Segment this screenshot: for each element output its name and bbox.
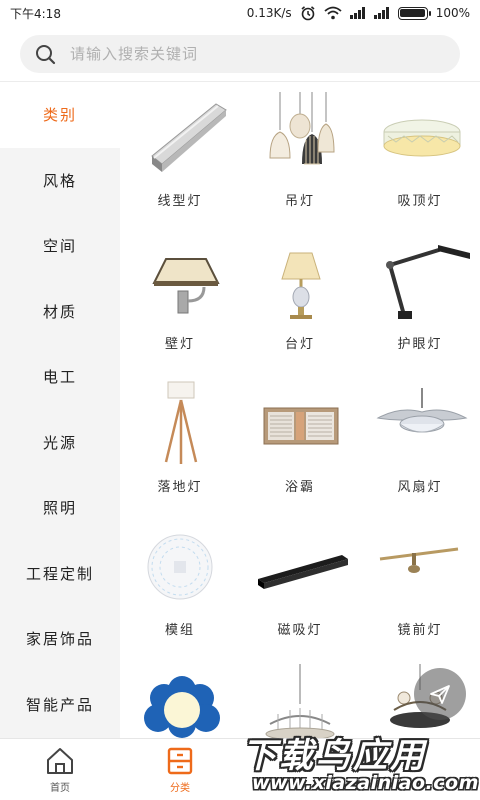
battery-fill (400, 9, 426, 17)
product-label: 吸顶灯 (397, 194, 443, 209)
product-label: 磁吸灯 (277, 623, 323, 638)
battery-icon (397, 6, 431, 20)
sidebar-item-category[interactable]: 类别 (0, 82, 120, 148)
net-speed: 0.13K/s (246, 6, 292, 20)
search-input[interactable] (70, 44, 410, 63)
product-magnetic-track[interactable]: 磁吸灯 (240, 511, 360, 654)
fan-light-icon (376, 388, 468, 433)
home-icon (47, 748, 73, 774)
bath-heater-icon (263, 407, 339, 445)
wifi-icon (324, 6, 342, 20)
sidebar-item-home-decor[interactable]: 家居饰品 (0, 606, 120, 672)
product-kids-light[interactable] (120, 654, 240, 738)
signal-icon-2 (373, 7, 389, 19)
sidebar-item-label: 电工 (42, 368, 77, 387)
product-pendant-light[interactable]: 吊灯 (240, 82, 360, 225)
ceiling-light-icon (383, 119, 461, 157)
product-label: 落地灯 (157, 480, 203, 495)
sidebar-item-label: 家居饰品 (25, 630, 94, 649)
sidebar-item-label: 空间 (42, 237, 77, 256)
send-icon (430, 685, 450, 704)
kids-light-icon (144, 676, 220, 738)
sidebar-item-label: 材质 (42, 302, 77, 321)
sidebar-item-label: 智能产品 (25, 695, 94, 714)
product-led-module[interactable]: 模组 (120, 511, 240, 654)
desk-arm-lamp-icon (386, 245, 470, 319)
signal-icon (349, 7, 365, 19)
alarm-icon (301, 6, 315, 21)
nav-home[interactable]: 首页 (10, 739, 110, 800)
table-lamp-icon (281, 252, 321, 319)
nav-category[interactable]: 分类 (130, 739, 230, 800)
sidebar-item-material[interactable]: 材质 (0, 279, 120, 345)
product-chandelier[interactable] (240, 654, 360, 738)
linear-light-icon (151, 103, 227, 172)
product-label: 吊灯 (284, 194, 315, 209)
product-label: 壁灯 (164, 337, 195, 352)
sidebar-item-label: 光源 (42, 433, 77, 452)
led-module-icon (147, 534, 213, 600)
sidebar-item-label: 工程定制 (25, 564, 94, 583)
product-label: 浴霸 (284, 480, 315, 495)
product-grid: 线型灯 吊灯 吸顶灯 壁灯 台灯 护眼灯 落地灯 浴霸 风扇灯 模组 磁吸灯 镜… (120, 82, 480, 738)
product-desk-arm-lamp[interactable]: 护眼灯 (360, 225, 480, 368)
share-button[interactable] (414, 668, 466, 720)
product-table-lamp[interactable]: 台灯 (240, 225, 360, 368)
watermark-url: www.xiazainiao.com (252, 772, 479, 794)
nav-category-label: 分类 (170, 783, 190, 794)
product-label: 镜前灯 (397, 623, 443, 638)
product-wall-lamp[interactable]: 壁灯 (120, 225, 240, 368)
status-icons: 0.13K/s 100% (247, 5, 470, 21)
sidebar-item-style[interactable]: 风格 (0, 148, 120, 214)
status-bar: 下午4:18 0.13K/s 100% (0, 0, 480, 26)
product-label: 护眼灯 (397, 337, 443, 352)
watermark-title: 下载鸟应用 (242, 736, 427, 776)
sidebar-item-label: 风格 (42, 171, 77, 190)
sidebar-item-engineering[interactable]: 工程定制 (0, 541, 120, 607)
sidebar-item-smart[interactable]: 智能产品 (0, 672, 120, 738)
sidebar-item-lighting[interactable]: 照明 (0, 475, 120, 541)
magnetic-track-icon (258, 555, 348, 589)
pendant-light-icon (269, 92, 335, 165)
product-label: 台灯 (284, 337, 315, 352)
sidebar-item-light-source[interactable]: 光源 (0, 410, 120, 476)
product-fan-light[interactable]: 风扇灯 (360, 368, 480, 511)
mirror-light-icon (379, 547, 459, 573)
category-sidebar: 类别 风格 空间 材质 电工 光源 照明 工程定制 家居饰品 智能产品 (0, 82, 120, 738)
product-label: 模组 (164, 623, 195, 638)
chandelier-icon (265, 664, 335, 738)
product-floor-lamp[interactable]: 落地灯 (120, 368, 240, 511)
watermark: 下载鸟应用 www.xiazainiao.com (236, 728, 480, 800)
floor-lamp-icon (164, 381, 198, 464)
search-icon (36, 44, 56, 64)
wall-lamp-icon (152, 258, 220, 314)
sidebar-item-space[interactable]: 空间 (0, 213, 120, 279)
sidebar-item-label: 照明 (42, 499, 77, 518)
nav-home-label: 首页 (50, 783, 70, 794)
product-linear-light[interactable]: 线型灯 (120, 82, 240, 225)
status-time: 下午4:18 (10, 6, 61, 21)
search-box[interactable] (20, 34, 460, 73)
product-ceiling-light[interactable]: 吸顶灯 (360, 82, 480, 225)
category-icon (167, 747, 193, 775)
product-label: 风扇灯 (397, 480, 443, 495)
product-mirror-light[interactable]: 镜前灯 (360, 511, 480, 654)
search-bar (0, 26, 480, 82)
product-bath-heater[interactable]: 浴霸 (240, 368, 360, 511)
product-label: 线型灯 (157, 194, 203, 209)
battery-percent: 100% (435, 6, 470, 20)
sidebar-item-electrical[interactable]: 电工 (0, 344, 120, 410)
sidebar-item-label: 类别 (42, 106, 77, 125)
